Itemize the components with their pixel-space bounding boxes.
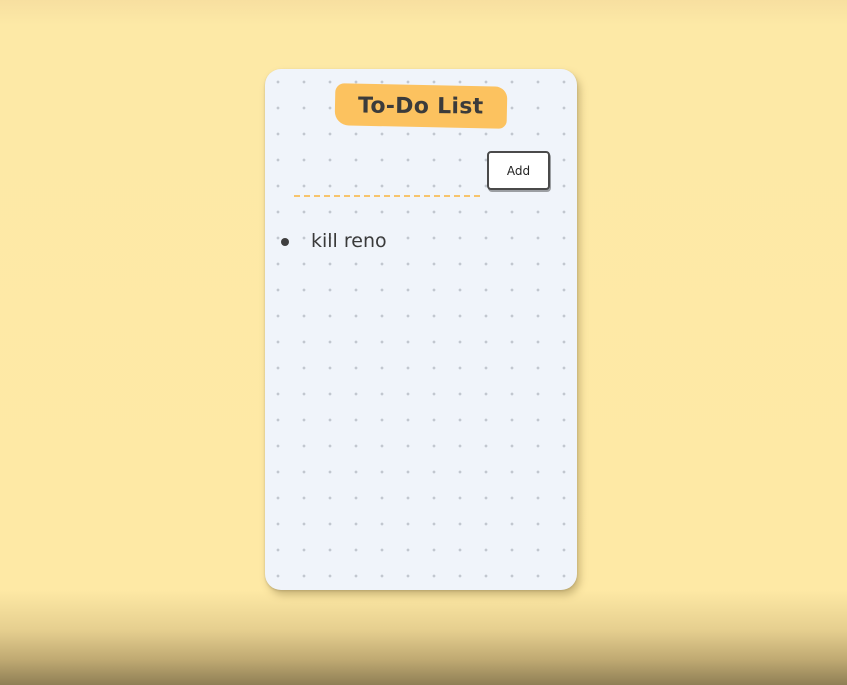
- list-item[interactable]: kill reno: [265, 227, 577, 257]
- todo-card: To-Do List Add kill reno: [265, 69, 577, 590]
- task-list: kill reno: [265, 227, 577, 257]
- task-text: kill reno: [311, 230, 387, 252]
- task-input[interactable]: [294, 177, 480, 197]
- page-title: To-Do List: [358, 93, 484, 119]
- add-button[interactable]: Add: [487, 151, 550, 190]
- title-highlight: To-Do List: [334, 83, 508, 129]
- bullet-icon: [281, 238, 289, 246]
